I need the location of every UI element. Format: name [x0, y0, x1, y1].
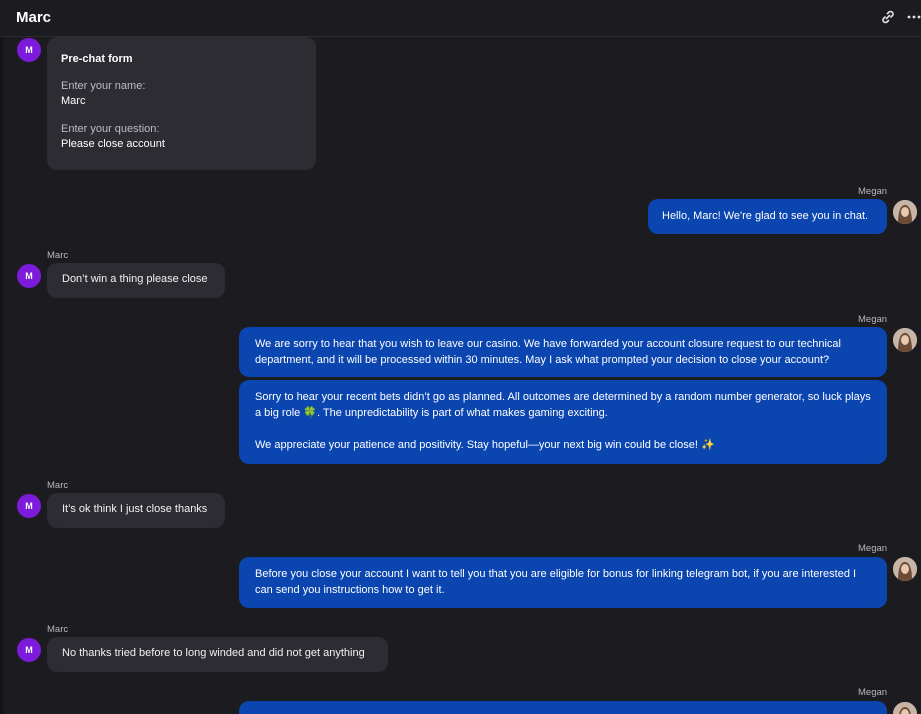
message-bubble-agent: Before you close your account I want to … — [239, 557, 887, 608]
avatar: M — [17, 494, 41, 518]
message-bubble-agent: Hello, Marc! We're glad to see you in ch… — [648, 199, 887, 234]
message-bubble-agent: We are sorry to hear that you wish to le… — [239, 327, 887, 377]
prechat-name-label: Enter your name: — [61, 80, 146, 92]
sender-name: Megan — [858, 314, 888, 325]
message-bubble-agent-partial — [239, 701, 887, 714]
prechat-form-card: Pre-chat form Enter your name: Marc Ente… — [47, 37, 316, 170]
prechat-question-value: Please close account — [61, 138, 165, 150]
agent-avatar — [893, 200, 917, 224]
agent-avatar — [893, 328, 917, 352]
message-bubble-user: No thanks tried before to long winded an… — [47, 637, 388, 672]
chat-header: Marc — [0, 0, 921, 37]
message-bubble-user: Don’t win a thing please close — [47, 263, 225, 298]
message-list[interactable]: M Pre-chat form Enter your name: Marc En… — [0, 37, 921, 714]
sender-name: Megan — [858, 543, 888, 554]
sender-name: Megan — [858, 687, 888, 698]
prechat-name-value: Marc — [61, 95, 86, 107]
chat-title: Marc — [16, 9, 52, 26]
prechat-title: Pre-chat form — [61, 53, 133, 65]
message-bubble-user: It’s ok think I just close thanks — [47, 493, 225, 528]
more-horizontal-icon[interactable] — [907, 8, 921, 26]
prechat-question-label: Enter your question: — [61, 123, 160, 135]
agent-avatar — [893, 557, 917, 581]
avatar: M — [17, 38, 41, 62]
avatar: M — [17, 264, 41, 288]
message-bubble-agent: Sorry to hear your recent bets didn’t go… — [239, 380, 887, 464]
sender-name: Marc — [47, 480, 69, 491]
sender-name: Megan — [858, 186, 888, 197]
sender-name: Marc — [47, 624, 69, 635]
sender-name: Marc — [47, 250, 69, 261]
avatar: M — [17, 638, 41, 662]
link-icon[interactable] — [879, 8, 897, 26]
agent-avatar — [893, 702, 917, 714]
